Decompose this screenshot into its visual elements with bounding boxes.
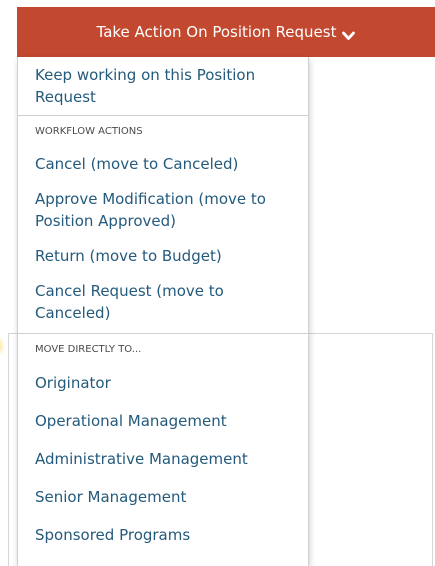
section-header-workflow-actions: WORKFLOW ACTIONS bbox=[35, 126, 143, 137]
menu-item-cancel-request[interactable]: Cancel Request (move to Canceled) bbox=[18, 273, 308, 330]
menu-item-sponsored-programs[interactable]: Sponsored Programs bbox=[18, 516, 308, 554]
menu-item-senior-management[interactable]: Senior Management bbox=[18, 478, 308, 516]
menu-item-administrative-management[interactable]: Administrative Management bbox=[18, 440, 308, 478]
menu-item-keep-working[interactable]: Keep working on this Position Request bbox=[18, 57, 308, 115]
menu-item-originator[interactable]: Originator bbox=[18, 364, 308, 402]
chevron-down-icon bbox=[342, 27, 356, 40]
menu-item-cancel[interactable]: Cancel (move to Canceled) bbox=[18, 146, 308, 181]
action-dropdown-menu: Keep working on this Position Request WO… bbox=[17, 57, 309, 566]
menu-item-operational-management[interactable]: Operational Management bbox=[18, 402, 308, 440]
menu-item-approve-modification[interactable]: Approve Modification (move to Position A… bbox=[18, 181, 308, 238]
menu-item-return[interactable]: Return (move to Budget) bbox=[18, 238, 308, 273]
page: Take Action On Position Request Keep wor… bbox=[0, 0, 435, 566]
highlight-glow bbox=[0, 336, 5, 356]
take-action-button[interactable]: Take Action On Position Request bbox=[17, 7, 435, 57]
section-header-move-directly: MOVE DIRECTLY TO... bbox=[35, 344, 142, 355]
take-action-label: Take Action On Position Request bbox=[96, 23, 337, 41]
